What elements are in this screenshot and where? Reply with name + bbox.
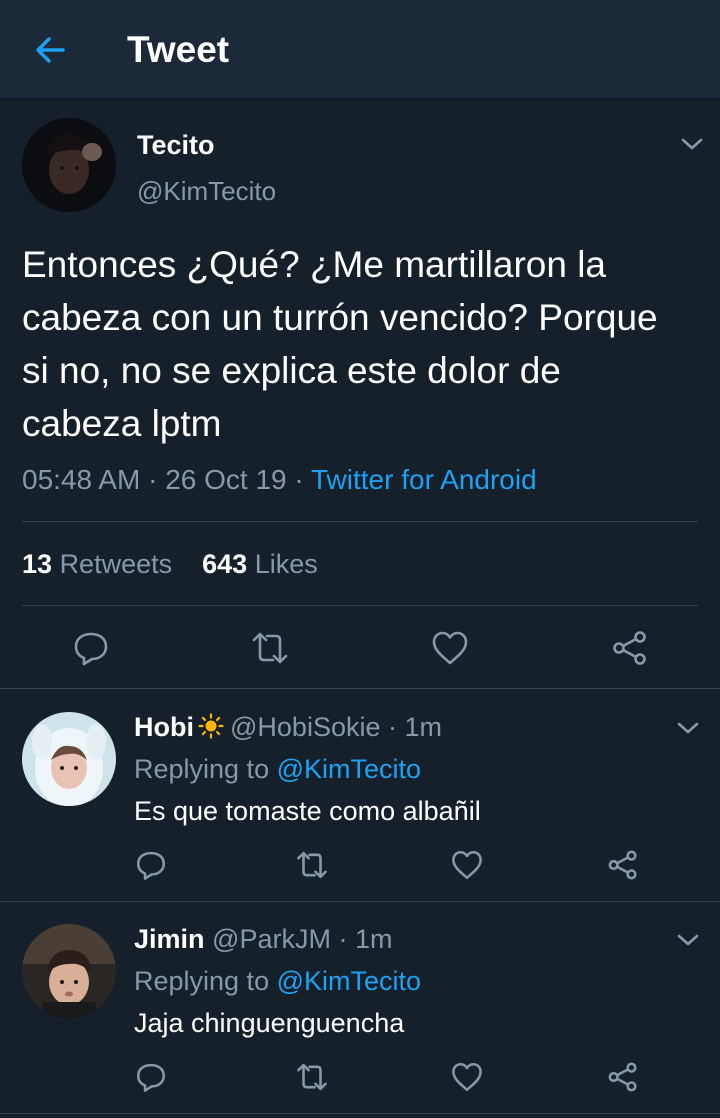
meta-separator: · xyxy=(330,924,355,954)
avatar-photo xyxy=(22,924,116,1018)
retweets-count: 13 xyxy=(22,549,53,579)
reply-text: Es que tomaste como albañil xyxy=(134,796,481,826)
meta-separator: · xyxy=(380,712,405,742)
sun-emoji xyxy=(198,713,224,739)
avatar[interactable] xyxy=(22,118,116,212)
author-handle[interactable]: @KimTecito xyxy=(137,176,276,207)
retweet-icon[interactable] xyxy=(250,628,290,668)
retweet-icon[interactable] xyxy=(295,1060,329,1094)
share-icon[interactable] xyxy=(606,848,640,882)
replying-to-link[interactable]: @KimTecito xyxy=(277,966,421,996)
tweet-meta: 05:48 AM · 26 Oct 19 · Twitter for Andro… xyxy=(22,464,537,496)
top-bar: Tweet xyxy=(0,0,720,99)
reply-icon[interactable] xyxy=(71,628,111,668)
meta-separator: · xyxy=(294,464,311,495)
tweet-stats: 13 Retweets 643 Likes xyxy=(22,549,318,580)
likes-count: 643 xyxy=(202,549,248,579)
tweet-text: Entonces ¿Qué? ¿Me martillaron la cabeza… xyxy=(22,244,658,444)
divider xyxy=(22,605,698,606)
replying-label: Replying to xyxy=(134,754,270,784)
avatar-photo xyxy=(22,118,116,212)
retweets-stat[interactable]: 13 Retweets xyxy=(22,549,172,579)
chevron-down-icon[interactable] xyxy=(676,720,700,736)
reply-author-name[interactable]: Hobi xyxy=(134,712,194,742)
tweet-source-link[interactable]: Twitter for Android xyxy=(311,464,537,495)
retweets-label: Retweets xyxy=(59,549,173,579)
reply-tweet[interactable]: Jimin @ParkJM · 1m Replying to @KimTecit… xyxy=(0,902,720,1114)
replying-to: Replying to @KimTecito xyxy=(134,966,421,997)
back-arrow-icon[interactable] xyxy=(30,30,70,70)
like-icon[interactable] xyxy=(450,848,484,882)
page-title: Tweet xyxy=(127,29,230,70)
reply-header: Jimin @ParkJM · 1m xyxy=(134,924,392,955)
like-icon[interactable] xyxy=(430,628,470,668)
reply-time: 1m xyxy=(354,924,393,954)
chevron-down-icon[interactable] xyxy=(680,136,704,152)
share-icon[interactable] xyxy=(610,628,650,668)
divider xyxy=(22,521,698,522)
reply-header: Hobi @HobiSokie · 1m xyxy=(134,712,442,743)
reply-text: Jaja chinguenguencha xyxy=(134,1008,405,1038)
share-icon[interactable] xyxy=(606,1060,640,1094)
retweet-icon[interactable] xyxy=(295,848,329,882)
reply-author-handle[interactable]: @ParkJM xyxy=(212,924,331,954)
tweet-time: 05:48 AM xyxy=(22,464,141,495)
likes-stat[interactable]: 643 Likes xyxy=(202,549,318,579)
chevron-down-icon[interactable] xyxy=(676,932,700,948)
likes-label: Likes xyxy=(254,549,318,579)
reply-icon[interactable] xyxy=(134,1060,168,1094)
tweet-date: 26 Oct 19 xyxy=(165,464,287,495)
reply-tweet[interactable]: Hobi @HobiSokie · 1m Replying to @KimTec… xyxy=(0,690,720,902)
author-name[interactable]: Tecito xyxy=(137,130,215,161)
like-icon[interactable] xyxy=(450,1060,484,1094)
avatar[interactable] xyxy=(22,924,116,1018)
reply-author-handle[interactable]: @HobiSokie xyxy=(230,712,380,742)
avatar[interactable] xyxy=(22,712,116,806)
replying-to: Replying to @KimTecito xyxy=(134,754,421,785)
replying-label: Replying to xyxy=(134,966,270,996)
main-tweet: Tecito @KimTecito Entonces ¿Qué? ¿Me mar… xyxy=(0,100,720,689)
meta-separator: · xyxy=(148,464,166,495)
avatar-photo xyxy=(22,712,116,806)
reply-icon[interactable] xyxy=(134,848,168,882)
reply-author-name[interactable]: Jimin xyxy=(134,924,205,954)
replying-to-link[interactable]: @KimTecito xyxy=(277,754,421,784)
reply-time: 1m xyxy=(404,712,442,742)
